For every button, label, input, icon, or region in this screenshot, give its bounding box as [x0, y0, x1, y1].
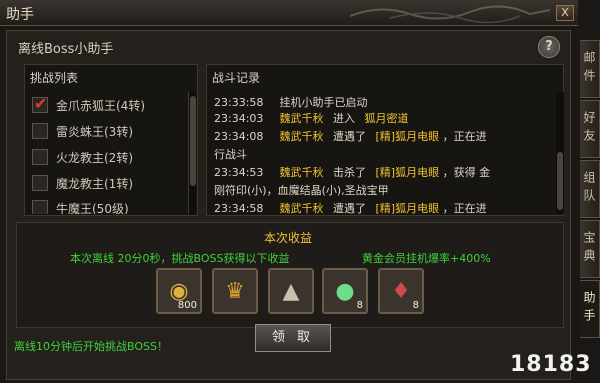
challenge-item[interactable]: 魔龙教主(1转) — [32, 174, 133, 192]
challenge-list-header: 挑战列表 — [30, 71, 79, 85]
offline-summary: 本次离线 20分0秒，挑战BOSS获得以下收益 — [70, 252, 290, 265]
log-time: 23:34:03 — [214, 112, 264, 125]
tab-team[interactable]: 组队 — [580, 160, 600, 218]
challenge-list-box — [24, 64, 198, 216]
tab-mail[interactable]: 邮件 — [580, 40, 600, 98]
earnings-header: 本次收益 — [264, 231, 313, 245]
reward-slot[interactable]: ♛ — [212, 268, 258, 314]
spiked-armor-icon: ▲ — [282, 278, 300, 304]
challenge-item[interactable]: 雷炎蛛王(3转) — [32, 122, 133, 140]
challenge-checkbox[interactable] — [32, 149, 48, 165]
log-action: 遭遇了 — [333, 130, 366, 143]
reward-count: 8 — [356, 300, 363, 311]
golden-helmet-icon: ♛ — [225, 278, 245, 304]
challenge-item[interactable]: ✔ 金爪赤狐王(4转) — [32, 94, 145, 114]
tab-codex[interactable]: 宝典 — [580, 220, 600, 278]
log-action: 进入 — [333, 112, 355, 125]
log-rest: ，获得 金 — [442, 166, 491, 179]
log-player: 魏武千秋 — [279, 202, 324, 215]
log-rest: ，正在进 — [442, 130, 487, 143]
log-target: 狐月密道 — [364, 112, 409, 125]
reward-count: 8 — [412, 300, 419, 311]
tab-assistant[interactable]: 助手 — [580, 280, 600, 338]
log-target: [精]狐月电眼 — [375, 166, 440, 179]
log-continuation: 行战斗 — [214, 148, 247, 161]
checkmark-icon: ✔ — [34, 94, 48, 113]
challenge-label: 火龙教主(2转) — [56, 150, 133, 165]
log-time: 23:34:58 — [214, 202, 264, 215]
log-time: 23:34:08 — [214, 130, 264, 143]
log-target: [精]狐月电眼 — [375, 202, 440, 215]
challenge-label: 魔龙教主(1转) — [56, 176, 133, 191]
tab-friends[interactable]: 好友 — [580, 100, 600, 158]
challenge-item[interactable]: 牛魔王(50级) — [32, 200, 129, 214]
window-title: 助手 — [6, 7, 34, 23]
log-text: 挂机小助手已启动 — [279, 96, 368, 109]
log-line: 23:34:53 魏武千秋 击杀了 [精]狐月电眼 ，获得 金 — [214, 164, 490, 180]
reward-slot[interactable]: ● 8 — [322, 268, 368, 314]
log-target: [精]狐月电眼 — [375, 130, 440, 143]
battle-log-scrollbar[interactable] — [556, 92, 564, 214]
vip-bonus: 黄金会员挂机爆率+400% — [362, 252, 491, 265]
close-button[interactable]: X — [556, 5, 574, 21]
log-player: 魏武千秋 — [279, 166, 324, 179]
log-player: 魏武千秋 — [279, 112, 324, 125]
challenge-label: 金爪赤狐王(4转) — [56, 98, 145, 113]
log-continuation: 刚符印(小)，血魔结晶(小),圣战宝甲 — [214, 184, 389, 197]
log-line: 23:34:58 魏武千秋 遭遇了 [精]狐月电眼 ，正在进 — [214, 200, 487, 216]
window-title-bar: 助手 X — [0, 0, 578, 26]
log-line: 刚符印(小)，血魔结晶(小),圣战宝甲 — [214, 182, 389, 198]
dragon-decoration-icon — [350, 5, 550, 24]
scroll-thumb[interactable] — [557, 152, 563, 210]
challenge-checkbox[interactable] — [32, 175, 48, 191]
challenge-label: 牛魔王(50级) — [56, 202, 129, 214]
log-time: 23:33:58 — [214, 96, 264, 109]
log-time: 23:34:53 — [214, 166, 264, 179]
log-action: 击杀了 — [333, 166, 366, 179]
reward-slot[interactable]: ◉ 800 — [156, 268, 202, 314]
scroll-thumb[interactable] — [190, 96, 196, 186]
reward-slot[interactable]: ▲ — [268, 268, 314, 314]
challenge-checkbox[interactable] — [32, 200, 48, 214]
challenge-checkbox[interactable] — [32, 123, 48, 139]
reward-count: 800 — [177, 300, 197, 311]
log-player: 魏武千秋 — [279, 130, 324, 143]
log-line: 23:34:08 魏武千秋 遭遇了 [精]狐月电眼 ，正在进 — [214, 128, 487, 144]
log-action: 遭遇了 — [333, 202, 366, 215]
panel-title: 离线Boss小助手 — [18, 42, 114, 57]
help-button[interactable]: ? — [538, 36, 560, 58]
challenge-label: 雷炎蛛王(3转) — [56, 124, 133, 139]
challenge-list-scrollbar[interactable] — [188, 92, 196, 214]
footer-note: 离线10分钟后开始挑战BOSS！ — [14, 340, 168, 353]
watermark-logo: 18183 — [510, 352, 592, 377]
log-line: 行战斗 — [214, 146, 247, 162]
log-rest: ，正在进 — [442, 202, 487, 215]
log-line: 23:33:58 挂机小助手已启动 — [214, 94, 368, 110]
challenge-checkbox[interactable]: ✔ — [32, 94, 48, 113]
claim-button[interactable]: 领 取 — [255, 324, 331, 352]
battle-log-header: 战斗记录 — [212, 71, 261, 85]
log-line: 23:34:03 魏武千秋 进入 狐月密道 — [214, 110, 409, 126]
challenge-item[interactable]: 火龙教主(2转) — [32, 148, 133, 166]
reward-slot[interactable]: ♦ 8 — [378, 268, 424, 314]
